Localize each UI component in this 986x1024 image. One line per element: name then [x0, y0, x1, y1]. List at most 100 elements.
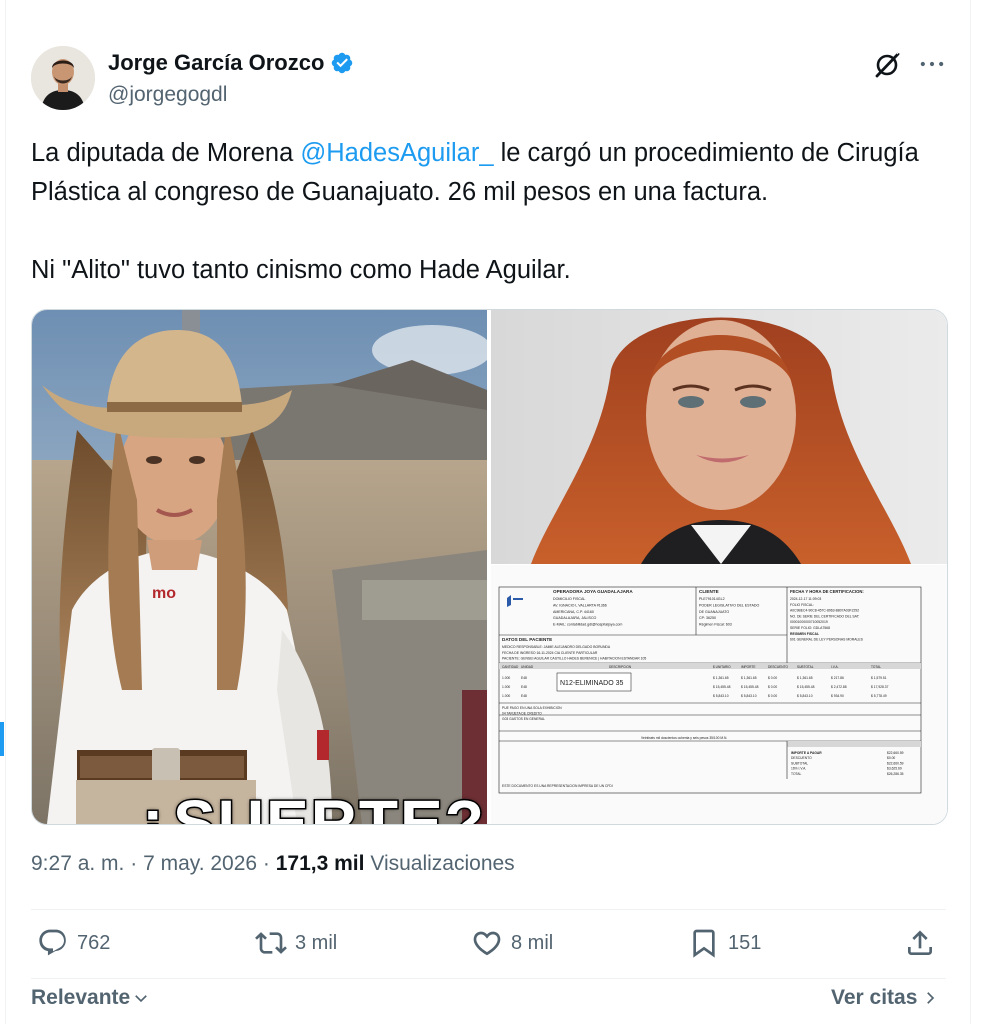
invoice-client-line: DE GUANAJUATO	[699, 610, 729, 614]
media-photo-right[interactable]: OPERADORA JOYA GUADALAJARA DOMICILIO FISC…	[491, 310, 947, 824]
invoice-issuer-line: E-MAIL: contabilidad.gdl@hospitaljoya.co…	[553, 623, 622, 627]
invoice-cell: $ 17,928.37	[871, 685, 889, 689]
invoice-patient-title: DATOS DEL PACIENTE	[502, 637, 552, 642]
invoice-total-label: 16% I.V.A.	[791, 767, 806, 771]
repost-icon	[255, 932, 287, 954]
invoice-issuer-line: DOMICILIO FISCAL	[553, 597, 585, 601]
author-name-row[interactable]: Jorge García Orozco	[108, 50, 354, 76]
reply-icon	[39, 929, 66, 956]
view-quotes-label: Ver citas	[831, 986, 918, 1009]
invoice-patient-line: PACIENTE: GENSEI AGUILAR CASTILLO HADES …	[502, 657, 646, 661]
repost-count: 3 mil	[295, 931, 338, 954]
invoice-cert-line: 2024-12-17 11:09:03	[790, 597, 821, 601]
tweet-paragraph-2: Ni "Alito" tuvo tanto cinismo como Hade …	[31, 256, 571, 284]
invoice-cell: $ 0.00	[768, 694, 777, 698]
invoice-client-title: CLIENTE	[699, 589, 719, 594]
sort-replies-dropdown[interactable]: Relevante	[31, 986, 150, 1010]
invoice-cell: $ 5,843.10	[713, 694, 729, 698]
invoice-cell: $ 15,455.48	[713, 685, 731, 689]
tweet-time[interactable]: 9:27 a. m.	[31, 852, 124, 875]
invoice-cell: $ 5,843.10	[797, 694, 813, 698]
tweet-date[interactable]: 7 may. 2026	[143, 852, 257, 875]
invoice-cert-line: 601 GENERAL DE LEY PERSONAS MORALES	[790, 638, 864, 642]
invoice-column-header: DESCUENTO	[768, 665, 788, 669]
reply-button[interactable]: 762	[37, 927, 110, 959]
share-icon	[908, 930, 932, 955]
invoice-column-header: SUBTOTAL	[797, 665, 814, 669]
invoice-column-header: UNIDAD	[521, 665, 534, 669]
chevron-down-icon	[135, 995, 148, 1003]
invoice-total-value: $22,660.59	[887, 761, 904, 765]
media-photo-left[interactable]: mo ¿SUERTE?	[32, 310, 487, 824]
invoice-cell: $ 0.00	[768, 676, 777, 680]
chevron-right-icon	[927, 992, 935, 1004]
invoice-issuer-line: AMERICANA, C.P. 44160	[553, 610, 594, 614]
like-count: 8 mil	[511, 931, 554, 954]
invoice-cert-title: FECHA Y HORA DE CERTIFICACION:	[790, 589, 864, 594]
invoice-cert-line: REGIMEN FISCAL	[790, 632, 819, 636]
view-quotes-link[interactable]: Ver citas	[831, 986, 939, 1010]
invoice-cell: $ 0.00	[768, 685, 777, 689]
invoice-cell: $ 15,455.48	[741, 685, 759, 689]
invoice-cell: $ 934.90	[831, 694, 844, 698]
portrait-photo	[491, 310, 947, 564]
invoice-cell: E48	[521, 685, 527, 689]
invoice-column-header: $ UNITARIO	[713, 665, 731, 669]
invoice-redaction-label: N12-ELIMINADO 35	[560, 680, 624, 687]
invoice-cell: 1.000	[502, 685, 510, 689]
media-caption: ¿SUERTE?	[131, 786, 486, 825]
tweet-paragraph-1: La diputada de Morena @HadesAguilar_ le …	[31, 134, 951, 212]
invoice-payment-line: PUE PAGO EN UNA SOLA EXHIBICION	[502, 706, 562, 710]
invoice-column-header: DESCRIPCION	[609, 665, 632, 669]
invoice-patient-line: MEDICO RESPONSABLE: JAIME ALEJANDRO DELG…	[502, 645, 611, 649]
like-button[interactable]: 8 mil	[471, 927, 553, 959]
tweet-text: La diputada de Morena @HadesAguilar_ le …	[31, 134, 951, 290]
repost-button[interactable]: 3 mil	[255, 927, 337, 959]
invoice-cell: $ 5,843.10	[741, 694, 757, 698]
author-name[interactable]: Jorge García Orozco	[108, 50, 324, 76]
invoice-cell: $ 1,579.51	[871, 676, 887, 680]
invoice-payment-line: G03 GASTOS EN GENERAL	[502, 717, 545, 721]
invoice-issuer-title: OPERADORA JOYA GUADALAJARA	[553, 589, 633, 594]
invoice-cell: $ 1,361.65	[741, 676, 757, 680]
reply-count: 762	[77, 931, 111, 954]
shirt-logo-text: mo	[152, 585, 176, 602]
views-count: 171,3 mil	[275, 852, 365, 875]
invoice-cell: 1.000	[502, 694, 510, 698]
invoice-cert-line: 00001000000710052019	[790, 620, 828, 624]
invoice-client-line: Régimen Fiscal: 603	[699, 623, 732, 627]
tweet-meta: 9:27 a. m. · 7 may. 2026 · 171,3 mil Vis…	[31, 852, 515, 876]
cowboy-hat-photo: mo	[32, 310, 487, 824]
share-button[interactable]	[904, 927, 936, 959]
invoice-cell: $ 5,778.49	[871, 694, 887, 698]
more-options-icon[interactable]	[916, 50, 948, 78]
invoice-total-value: $22,660.59	[887, 751, 904, 755]
grok-icon[interactable]	[871, 49, 903, 81]
invoice-patient-line: FECHA DE INGRESO 16-11-2024 CIA CLIENTE …	[502, 651, 598, 655]
invoice-client-line: CP: 36250	[699, 616, 716, 620]
invoice-cell: $ 1,361.65	[713, 676, 729, 680]
views-label: Visualizaciones	[364, 852, 515, 875]
invoice-cell: E48	[521, 676, 527, 680]
invoice-total-value: $0.00	[887, 756, 895, 760]
meta-separator: ·	[257, 852, 276, 875]
author-handle[interactable]: @jorgegogdl	[108, 83, 227, 107]
invoice-column-header: IMPORTE	[741, 665, 755, 669]
verified-badge-icon	[332, 52, 353, 74]
invoice-cell: $ 2,472.88	[831, 685, 847, 689]
bookmark-button[interactable]: 151	[688, 927, 761, 959]
tweet-text-part: La diputada de Morena	[31, 139, 301, 167]
invoice-total-label: IMPORTE A PAGAR	[791, 751, 822, 755]
bookmark-icon	[693, 929, 715, 958]
invoice-total-value: $3,625.69	[887, 767, 902, 771]
invoice-footer-text: ESTE DOCUMENTO ES UNA REPRESENTACION IMP…	[502, 784, 613, 788]
tweet-media[interactable]: mo ¿SUERTE? OPERADORA JOYA GUADALAJARA D…	[31, 309, 948, 825]
avatar[interactable]	[31, 46, 95, 110]
invoice-issuer-line: AV. IGNACIO L VALLARTA #1366	[553, 603, 607, 607]
invoice-issuer-line: GUADALAJARA, JALISCO	[553, 616, 597, 620]
mention-link[interactable]: @HadesAguilar_	[300, 139, 493, 167]
invoice-cert-line: SERIE FOLIO: GDLA7568	[790, 626, 830, 630]
invoice-cell: $ 15,455.48	[797, 685, 815, 689]
invoice-amount-words: Veintiseis mil doscientos ochenta y seis…	[641, 736, 727, 740]
heart-icon	[473, 931, 501, 956]
